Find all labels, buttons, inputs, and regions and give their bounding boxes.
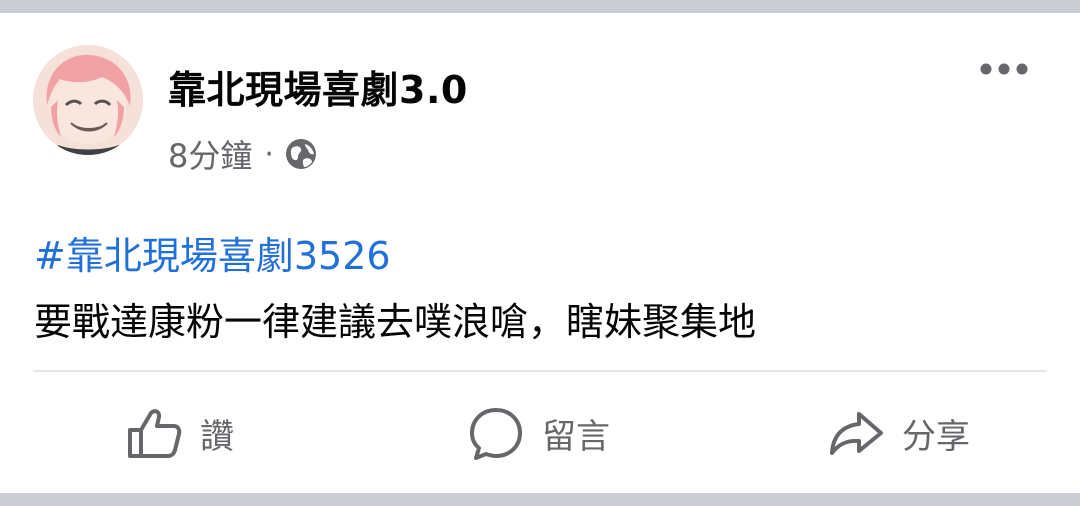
- more-options-icon: [980, 63, 1028, 75]
- comment-bubble-icon: [470, 408, 522, 460]
- post-time[interactable]: 8分鐘: [168, 131, 252, 177]
- hashtag-link[interactable]: #靠北現場喜劇3526: [34, 225, 391, 280]
- post-meta: 8分鐘 ·: [168, 131, 318, 177]
- like-button[interactable]: 讚: [126, 393, 234, 473]
- page: 靠北現場喜劇3.0 8分鐘 · #靠北現場喜劇3526 要戰達康粉一律建議去噗浪…: [0, 0, 1080, 506]
- post-card: 靠北現場喜劇3.0 8分鐘 · #靠北現場喜劇3526 要戰達康粉一律建議去噗浪…: [0, 13, 1080, 493]
- comment-button[interactable]: 留言: [468, 393, 610, 473]
- avatar[interactable]: [33, 45, 143, 155]
- globe-icon: [284, 137, 318, 171]
- more-options-button[interactable]: [974, 53, 1034, 85]
- thumbs-up-icon: [128, 409, 182, 458]
- author-name[interactable]: 靠北現場喜劇3.0: [168, 59, 468, 114]
- action-bar: 讚 留言 分享: [0, 393, 1080, 473]
- post-text: 要戰達康粉一律建議去噗浪嗆，瞎妹聚集地: [34, 300, 757, 344]
- action-divider: [33, 370, 1047, 372]
- share-button[interactable]: 分享: [828, 393, 970, 473]
- like-label: 讚: [200, 416, 234, 457]
- avatar-image: [33, 45, 143, 155]
- share-arrow-icon: [830, 412, 883, 455]
- share-label: 分享: [902, 416, 970, 457]
- meta-separator: ·: [264, 136, 274, 172]
- comment-label: 留言: [542, 416, 610, 457]
